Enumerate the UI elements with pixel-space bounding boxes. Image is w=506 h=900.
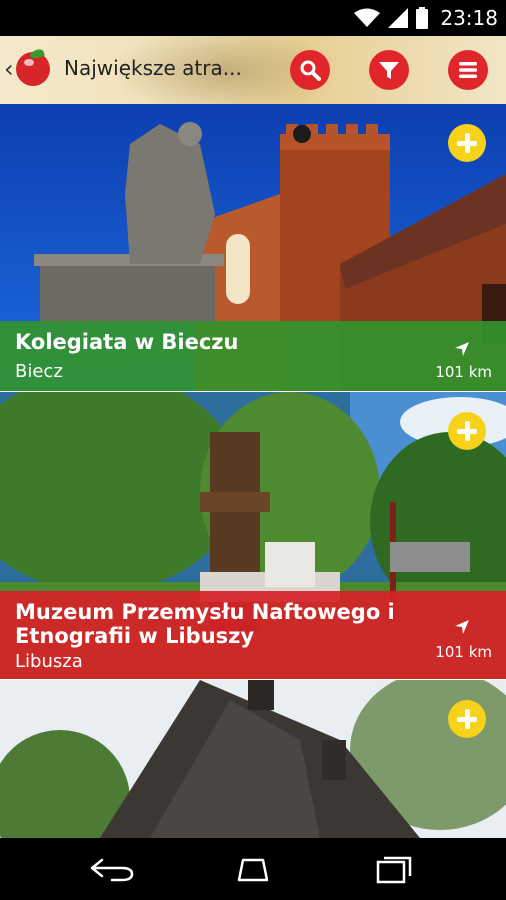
navigation-arrow-icon bbox=[455, 342, 469, 356]
attraction-card[interactable]: Kolegiata w Bieczu Biecz 101 km bbox=[0, 104, 506, 391]
navigation-arrow-icon bbox=[455, 620, 469, 634]
nav-back-button[interactable] bbox=[88, 854, 136, 884]
attraction-caption[interactable]: Kolegiata w Bieczu Biecz 101 km bbox=[0, 321, 506, 391]
filter-icon bbox=[379, 62, 399, 79]
add-favorite-button[interactable] bbox=[448, 412, 486, 450]
filter-button[interactable] bbox=[369, 50, 409, 90]
status-time: 23:18 bbox=[440, 6, 498, 30]
search-button[interactable] bbox=[290, 50, 330, 90]
attraction-distance: 101 km bbox=[435, 643, 492, 661]
attraction-town: Libusza bbox=[15, 651, 83, 672]
nav-recents-button[interactable] bbox=[370, 854, 418, 884]
wifi-icon bbox=[354, 8, 381, 27]
menu-icon bbox=[459, 62, 477, 78]
battery-icon bbox=[416, 7, 429, 29]
attraction-name: Muzeum Przemysłu Naftowego i Etnografii … bbox=[15, 600, 395, 648]
nav-home-button[interactable] bbox=[229, 854, 277, 884]
app-bar: ‹ Największe atra... bbox=[0, 36, 506, 104]
attraction-card[interactable] bbox=[0, 680, 506, 838]
status-icons: 23:18 bbox=[354, 0, 498, 36]
page-title: Największe atra... bbox=[64, 56, 242, 80]
add-favorite-button[interactable] bbox=[448, 700, 486, 738]
back-icon bbox=[90, 858, 134, 882]
search-icon bbox=[300, 60, 321, 81]
attraction-name: Kolegiata w Bieczu bbox=[15, 330, 239, 354]
navigation-bar bbox=[0, 838, 506, 900]
back-chevron-icon[interactable]: ‹ bbox=[4, 56, 14, 82]
recents-icon bbox=[376, 856, 412, 884]
attraction-card[interactable]: Muzeum Przemysłu Naftowego i Etnografii … bbox=[0, 392, 506, 679]
attractions-list[interactable]: Kolegiata w Bieczu Biecz 101 km Muzeum P… bbox=[0, 104, 506, 838]
home-icon bbox=[237, 858, 269, 882]
attraction-town: Biecz bbox=[15, 361, 63, 382]
add-favorite-button[interactable] bbox=[448, 124, 486, 162]
attraction-caption[interactable]: Muzeum Przemysłu Naftowego i Etnografii … bbox=[0, 591, 506, 679]
attraction-photo bbox=[0, 680, 506, 838]
menu-button[interactable] bbox=[448, 50, 488, 90]
attraction-distance: 101 km bbox=[435, 363, 492, 381]
status-bar: 23:18 bbox=[0, 0, 506, 36]
signal-icon bbox=[388, 8, 409, 28]
